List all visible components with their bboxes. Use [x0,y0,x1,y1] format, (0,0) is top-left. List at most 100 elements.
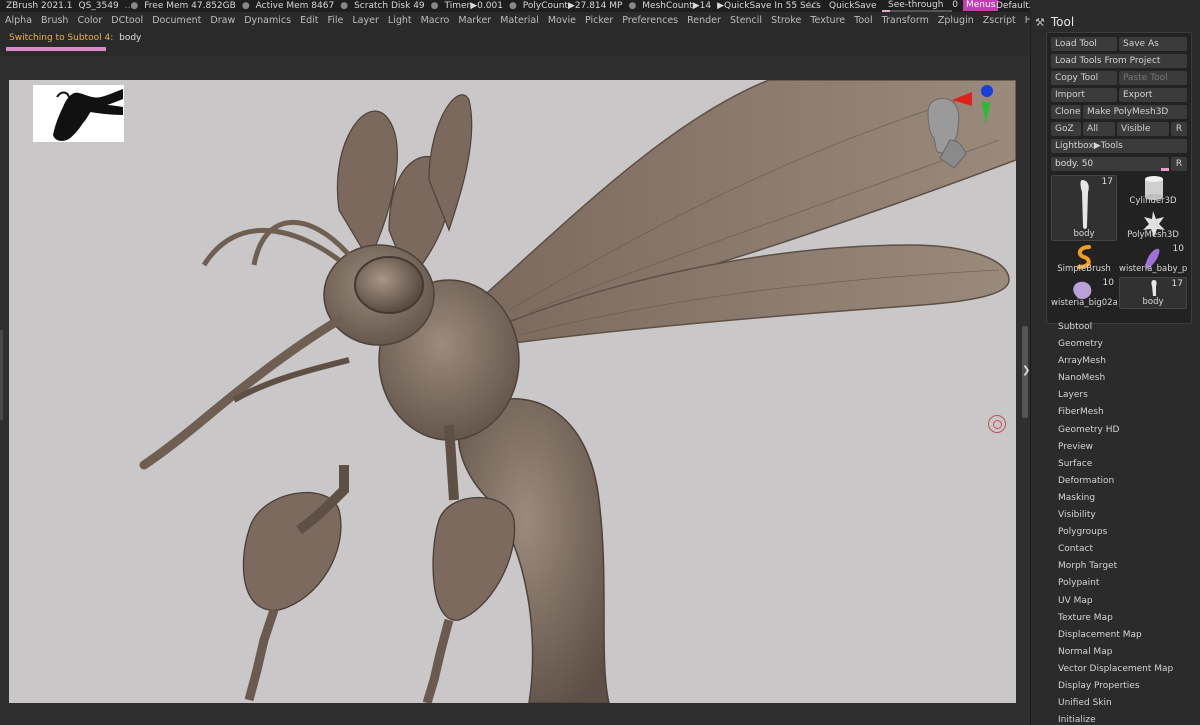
tool-menu-surface[interactable]: Surface [1058,456,1198,473]
menu-preferences[interactable]: Preferences [617,13,682,29]
quicksave-button[interactable]: QuickSave [829,1,877,11]
tool-menu-polygroups[interactable]: Polygroups [1058,524,1198,541]
tool-menu-displacement-map[interactable]: Displacement Map [1058,627,1198,644]
menu-draw[interactable]: Draw [205,13,239,29]
menus-button[interactable]: Menus [963,0,999,11]
menu-color[interactable]: Color [72,13,106,29]
menu-light[interactable]: Light [383,13,416,29]
reference-thumbnail [33,85,124,142]
menu-file[interactable]: File [322,13,347,29]
save-as-button[interactable]: Save As [1119,37,1187,51]
leg-segment [244,608,279,702]
goz-all-button[interactable]: All [1083,122,1115,136]
copy-tool-button[interactable]: Copy Tool [1051,71,1117,85]
tool-thumb-body[interactable]: 17 body [1051,175,1117,241]
goz-visible-button[interactable]: Visible [1117,122,1169,136]
tool-menu-fibermesh[interactable]: FiberMesh [1058,404,1198,421]
tool-menu-deformation[interactable]: Deformation [1058,473,1198,490]
default-zscript-button[interactable]: DefaultZScript [996,1,1030,11]
subtool-status-prefix: Switching to Subtool 4: [9,33,114,43]
menu-help[interactable]: Help [1020,13,1030,29]
title-separator: ● [340,1,349,11]
tool-menu-uv-map[interactable]: UV Map [1058,593,1198,610]
tool-label: SimpleBrush [1057,264,1111,274]
tool-menu-nanomesh[interactable]: NanoMesh [1058,370,1198,387]
tool-thumb-polymesh3d[interactable]: PolyMesh3D [1119,209,1187,241]
ac-button[interactable]: AC [806,1,818,11]
title-bar: ZBrush 2021.1 QS_3549 ..● Free Mem 47.85… [0,0,1030,12]
leg-segment [422,618,454,703]
menu-dctool[interactable]: DCtool [106,13,147,29]
menu-movie[interactable]: Movie [543,13,580,29]
tool-slider[interactable]: body. 50 [1051,157,1169,171]
view-navigator[interactable] [920,82,996,172]
menu-document[interactable]: Document [147,13,205,29]
lightbox-tools-button[interactable]: Lightbox▶Tools [1051,139,1187,153]
menu-brush[interactable]: Brush [36,13,72,29]
menu-render[interactable]: Render [682,13,725,29]
tool-thumb-wisteria-big[interactable]: 10 wisteria_big02a [1051,277,1117,309]
title-separator: ..● [124,1,139,11]
tool-palette-header[interactable]: ⚒ Tool [1035,14,1074,30]
tool-menu-visibility[interactable]: Visibility [1058,507,1198,524]
tool-menu-vector-displacement-map[interactable]: Vector Displacement Map [1058,661,1198,678]
menu-transform[interactable]: Transform [877,13,933,29]
tool-menu-subtool[interactable]: Subtool [1058,319,1198,336]
tool-menu-geometry-hd[interactable]: Geometry HD [1058,422,1198,439]
see-through-slider[interactable]: See-through 0 [882,0,958,12]
menu-texture[interactable]: Texture [805,13,849,29]
tool-palette: ⚒ Tool Load Tool Save As Load Tools From… [1030,12,1200,725]
menu-edit[interactable]: Edit [295,13,322,29]
see-through-fill [882,10,890,12]
paste-tool-button[interactable]: Paste Tool [1119,71,1187,85]
active-mem: Active Mem 8467 [255,1,335,11]
tool-menu-display-properties[interactable]: Display Properties [1058,678,1198,695]
menu-picker[interactable]: Picker [580,13,617,29]
clone-button[interactable]: Clone [1051,105,1081,119]
load-tool-button[interactable]: Load Tool [1051,37,1117,51]
load-tools-from-project-button[interactable]: Load Tools From Project [1051,54,1187,68]
menu-stencil[interactable]: Stencil [725,13,766,29]
tool-thumb-wisteria-baby[interactable]: 10 wisteria_baby_pe [1119,243,1187,275]
tool-menu-arraymesh[interactable]: ArrayMesh [1058,353,1198,370]
goz-r-button[interactable]: R [1171,122,1187,136]
tool-count: 10 [1172,244,1184,254]
menu-alpha[interactable]: Alpha [0,13,36,29]
menu-stroke[interactable]: Stroke [766,13,805,29]
import-button[interactable]: Import [1051,88,1117,102]
goz-button[interactable]: GoZ [1051,122,1081,136]
tool-palette-title: Tool [1050,15,1075,29]
menu-marker[interactable]: Marker [453,13,495,29]
menu-macro[interactable]: Macro [416,13,454,29]
tool-menu-unified-skin[interactable]: Unified Skin [1058,695,1198,712]
tool-menu-morph-target[interactable]: Morph Target [1058,558,1198,575]
menu-tool[interactable]: Tool [849,13,876,29]
left-tray-handle[interactable] [0,330,3,420]
tool-slider-r-button[interactable]: R [1171,157,1187,171]
tool-menu-contact[interactable]: Contact [1058,541,1198,558]
menu-layer[interactable]: Layer [347,13,383,29]
menu-zscript[interactable]: Zscript [978,13,1020,29]
tool-menu-geometry[interactable]: Geometry [1058,336,1198,353]
title-separator: ● [430,1,439,11]
document-canvas[interactable] [9,80,1016,703]
tool-menu-masking[interactable]: Masking [1058,490,1198,507]
tool-menu-normal-map[interactable]: Normal Map [1058,644,1198,661]
menu-material[interactable]: Material [495,13,543,29]
tool-thumb-cylinder3d[interactable]: Cylinder3D [1119,175,1187,207]
make-polymesh3d-button[interactable]: Make PolyMesh3D [1083,105,1187,119]
scratch-disk: Scratch Disk 49 [354,1,425,11]
crosshair-icon[interactable] [988,415,1006,433]
tool-thumb-simplebrush[interactable]: SimpleBrush [1051,243,1117,275]
export-button[interactable]: Export [1119,88,1187,102]
tool-menu-layers[interactable]: Layers [1058,387,1198,404]
menu-zplugin[interactable]: Zplugin [933,13,978,29]
tool-menu-texture-map[interactable]: Texture Map [1058,610,1198,627]
tool-menu-initialize[interactable]: Initialize [1058,712,1198,725]
tool-menu-preview[interactable]: Preview [1058,439,1198,456]
tool-menu-polypaint[interactable]: Polypaint [1058,575,1198,592]
menu-dynamics[interactable]: Dynamics [239,13,295,29]
see-through-value: 0 [952,0,959,10]
tool-thumb-body-2[interactable]: 17 body [1119,277,1187,309]
tool-label: wisteria_big02a [1051,298,1117,308]
